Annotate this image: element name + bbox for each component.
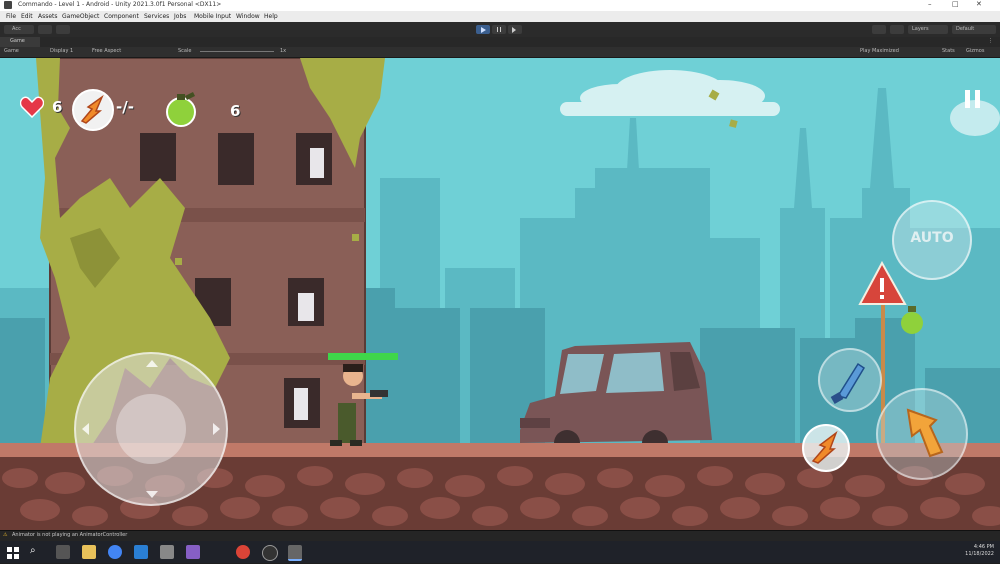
auto-fire-button[interactable]: AUTO [892,200,972,280]
layout-dropdown[interactable]: Default [952,25,996,34]
menu-help[interactable]: Help [264,13,278,20]
auto-fire-label: AUTO [910,230,954,246]
player-health-bar [328,353,398,360]
game-view[interactable]: 6 -/- 6 AUTO [0,58,1000,530]
grenade-icon [166,92,196,127]
pause-game-icon-bar [975,90,980,108]
pause-game-icon [965,90,970,108]
status-message: Animator is not playing an AnimatorContr… [12,532,128,538]
search-taskbar-icon[interactable]: ⌕ [30,545,44,559]
task-view-icon[interactable] [56,545,70,559]
account-label: Acc [12,26,21,32]
pause-icon [497,27,501,32]
chrome-icon[interactable] [108,545,122,559]
tab-menu-icon[interactable]: ⋮ [988,38,993,44]
obs-icon[interactable] [262,545,278,561]
warning-icon: ⚠ [3,532,8,538]
menu-jobs[interactable]: Jobs [174,13,186,20]
special-weapon-hud-icon [72,89,114,131]
game-dropdown[interactable]: Game [4,48,19,54]
joystick-down-arrow-icon [146,491,158,498]
unity-hub-icon[interactable] [160,545,174,559]
chrome-profile-icon[interactable] [236,545,250,559]
melee-button[interactable] [818,348,882,412]
history-icon[interactable] [872,25,886,34]
game-view-toolbar: Game Display 1 Free Aspect Scale 1x Play… [0,47,1000,58]
joystick-up-arrow-icon [146,360,158,367]
windows-start-icon[interactable] [6,545,20,559]
menu-edit[interactable]: Edit [21,13,33,20]
scale-value: 1x [280,48,287,54]
play-maximized-dropdown[interactable]: Play Maximized [860,48,899,54]
virtual-joystick[interactable] [74,352,228,506]
menu-mobile-input[interactable]: Mobile Input [194,13,231,20]
lives-count: 6 [52,98,63,116]
visual-studio-icon[interactable] [186,545,200,559]
unity-editor-icon[interactable] [288,545,302,561]
file-explorer-icon[interactable] [82,545,96,559]
menu-component[interactable]: Component [104,13,139,20]
close-button[interactable]: ✕ [976,0,982,8]
window-title: Commando - Level 1 - Android - Unity 202… [18,1,222,8]
heart-icon [20,96,44,118]
menu-bar: File Edit Assets GameObject Component Se… [0,11,1000,22]
player-health-bar-fill [328,353,398,360]
windows-taskbar: ⌕ 4:46 PM 11/18/2022 [0,541,1000,563]
menu-window[interactable]: Window [236,13,260,20]
menu-gameobject[interactable]: GameObject [62,13,99,20]
menu-file[interactable]: File [6,13,16,20]
search-icon[interactable] [890,25,904,34]
pause-button[interactable] [492,25,506,34]
editor-toolbar: Acc Layers Default [0,22,1000,38]
menu-assets[interactable]: Assets [38,13,58,20]
store-icon[interactable] [134,545,148,559]
taskbar-clock[interactable]: 4:46 PM 11/18/2022 [965,544,994,558]
clock-time: 4:46 PM [973,544,994,550]
jump-button[interactable] [876,388,968,480]
gizmos-dropdown[interactable]: Gizmos [966,48,984,54]
layout-label: Default [956,26,975,32]
jump-arrow-icon [906,408,944,458]
joystick-left-arrow-icon [82,423,89,435]
play-button[interactable] [476,25,490,34]
knife-icon [830,362,866,404]
view-tab-bar: Game ⋮ [0,37,1000,47]
special-weapon-button[interactable] [802,424,850,472]
joystick-right-arrow-icon [213,423,220,435]
display-dropdown[interactable]: Display 1 [50,48,73,54]
pause-game-button[interactable] [962,88,984,110]
step-icon [512,27,516,33]
cloud-icon[interactable] [38,25,52,34]
joystick-knob[interactable] [116,394,186,464]
aspect-dropdown[interactable]: Free Aspect [92,48,121,54]
special-ammo-count: -/- [116,98,134,116]
layers-dropdown[interactable]: Layers [908,25,948,34]
collab-icon[interactable] [56,25,70,34]
minimize-button[interactable]: – [928,0,932,8]
rocket-icon [80,94,104,124]
rocket-fire-icon [811,430,838,464]
tab-game-label: Game [10,38,25,44]
menu-services[interactable]: Services [144,13,169,20]
maximize-button[interactable]: □ [952,0,959,8]
clock-date: 11/18/2022 [965,551,994,557]
cloud [560,70,780,116]
scale-slider[interactable] [200,51,274,52]
layers-label: Layers [912,26,929,32]
grenade-count: 6 [230,102,241,120]
tab-game[interactable]: Game [0,37,40,47]
scale-label: Scale [178,48,192,54]
stats-toggle[interactable]: Stats [942,48,955,54]
step-button[interactable] [508,25,522,34]
account-dropdown[interactable]: Acc [4,25,34,34]
unity-logo-icon [4,1,12,9]
